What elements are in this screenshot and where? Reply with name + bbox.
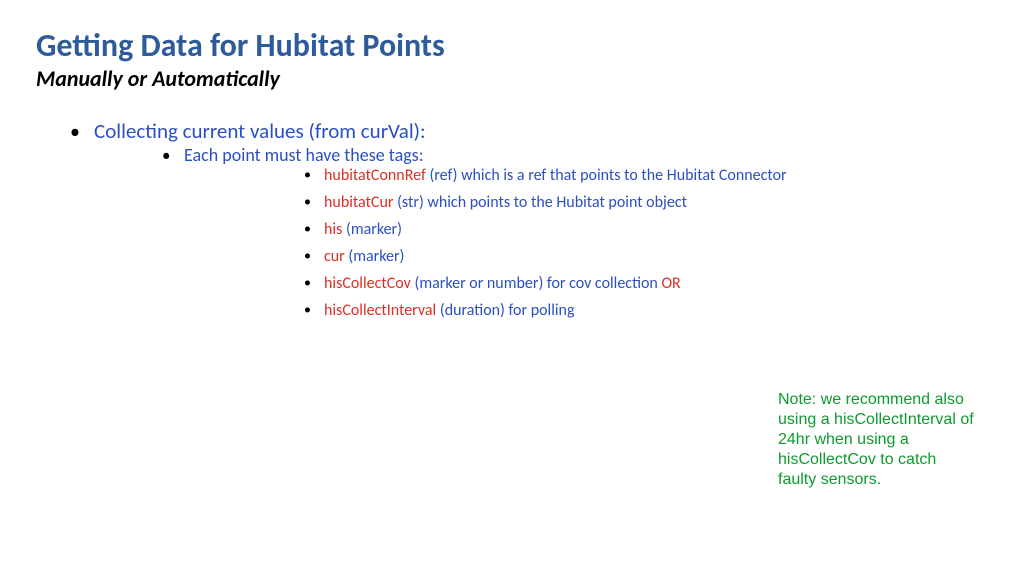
slide-subtitle: Manually or Automatically	[36, 65, 988, 92]
or-keyword: OR	[661, 274, 680, 293]
bullet-text: hisCollectCov (marker or number) for cov…	[324, 274, 681, 293]
bullet-text: cur (marker)	[324, 247, 404, 266]
bullet-text: Collecting current values (from curVal):	[94, 118, 426, 144]
bullet-text: his (marker)	[324, 220, 402, 239]
bullet-level-3: cur (marker)	[184, 247, 988, 266]
tag-name: hubitatCur	[324, 193, 393, 212]
tag-name: cur	[324, 247, 345, 266]
tag-desc: (marker)	[345, 247, 405, 266]
bullet-level-3: hisCollectInterval (duration) for pollin…	[184, 301, 988, 320]
note-box: Note: we recommend also using a hisColle…	[778, 390, 978, 490]
bullet-level-1: Collecting current values (from curVal):…	[36, 118, 988, 320]
slide: Getting Data for Hubitat Points Manually…	[0, 0, 1024, 576]
tag-name: hisCollectCov	[324, 274, 411, 293]
tag-name: hubitatConnRef	[324, 166, 426, 185]
tag-desc: (ref) which is a ref that points to the …	[426, 166, 787, 185]
slide-title: Getting Data for Hubitat Points	[36, 28, 988, 63]
bullet-text: Each point must have these tags:	[184, 144, 424, 166]
bullet-text: hubitatConnRef (ref) which is a ref that…	[324, 166, 787, 185]
bullet-level-2: Each point must have these tags: hubitat…	[94, 144, 988, 320]
tag-desc: (str) which points to the Hubitat point …	[393, 193, 686, 212]
bullet-text: hubitatCur (str) which points to the Hub…	[324, 193, 687, 212]
bullet-level-3: hubitatConnRef (ref) which is a ref that…	[184, 166, 988, 185]
tag-name: his	[324, 220, 342, 239]
tag-desc: (duration) for polling	[436, 301, 574, 320]
bullet-level-3: hisCollectCov (marker or number) for cov…	[184, 274, 988, 293]
content-list: Collecting current values (from curVal):…	[36, 118, 988, 320]
bullet-level-3: hubitatCur (str) which points to the Hub…	[184, 193, 988, 212]
tag-desc: (marker or number) for cov collection	[411, 274, 662, 293]
bullet-level-3: his (marker)	[184, 220, 988, 239]
tag-name: hisCollectInterval	[324, 301, 436, 320]
tag-desc: (marker)	[342, 220, 402, 239]
bullet-text: hisCollectInterval (duration) for pollin…	[324, 301, 574, 320]
